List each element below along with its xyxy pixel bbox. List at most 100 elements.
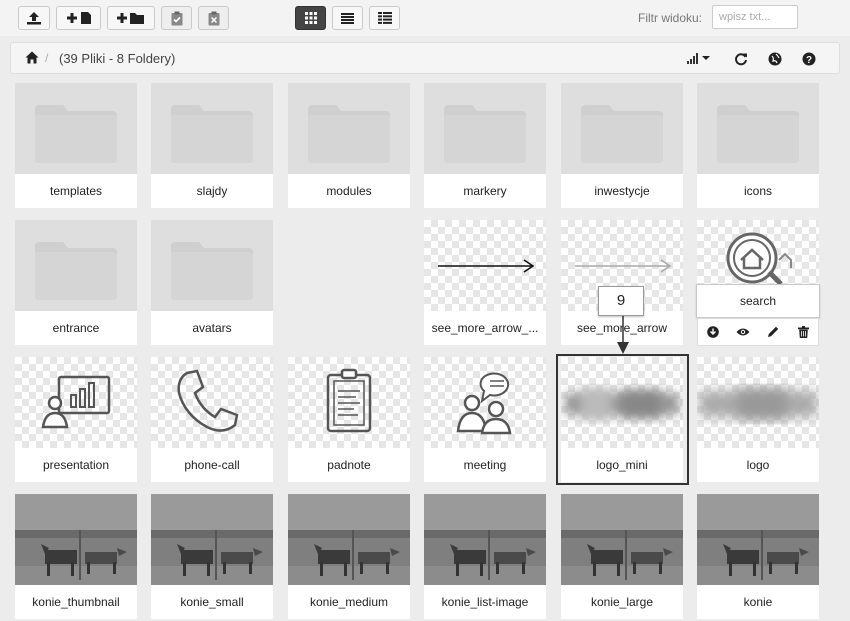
new-folder-button[interactable]: [107, 6, 155, 30]
file-thumb: [561, 494, 683, 585]
upload-button[interactable]: [18, 6, 50, 30]
folder-tile[interactable]: templates: [15, 83, 137, 208]
item-label: konie_medium: [309, 595, 389, 609]
preview-button[interactable]: [732, 321, 754, 343]
item-label: konie: [743, 595, 773, 609]
step-arrow: [617, 314, 629, 354]
table-icon: [377, 12, 392, 24]
folder-thumb: [151, 220, 273, 311]
file-tile[interactable]: logo: [697, 357, 819, 482]
presentation-icon: [41, 375, 111, 429]
details-view-button[interactable]: [369, 6, 400, 30]
paste-button[interactable]: [161, 6, 192, 30]
file-tile[interactable]: konie_large: [561, 494, 683, 619]
item-label: avatars: [192, 321, 232, 335]
file-actions: [697, 318, 819, 346]
question-circle-icon: ?: [802, 52, 816, 66]
folder-thumb: [288, 83, 410, 174]
grid-icon: [304, 12, 317, 24]
folder-thumb: [424, 83, 546, 174]
list-icon: [341, 12, 354, 24]
clear-clipboard-button[interactable]: [198, 6, 229, 30]
new-file-button[interactable]: [56, 6, 101, 30]
file-thumb: [424, 357, 546, 448]
folder-tile[interactable]: inwestycje: [561, 83, 683, 208]
language-button[interactable]: [767, 51, 783, 67]
hover-file-label: search: [696, 284, 820, 318]
file-tile[interactable]: padnote: [288, 357, 410, 482]
folder-icon: [171, 105, 253, 163]
refresh-button[interactable]: [733, 51, 749, 67]
item-label: inwestycje: [594, 184, 650, 198]
download-icon: [707, 326, 719, 338]
toolbar: Filtr widoku:: [0, 0, 850, 36]
folder-icon: [581, 105, 663, 163]
file-tile[interactable]: konie_thumbnail: [15, 494, 137, 619]
file-thumb: [151, 494, 273, 585]
item-label: markery: [463, 184, 507, 198]
file-tile[interactable]: phone-call: [151, 357, 273, 482]
item-label: presentation: [42, 458, 110, 472]
item-label: konie_small: [180, 595, 244, 609]
item-label: meeting: [463, 458, 507, 472]
item-label: slajdy: [196, 184, 228, 198]
file-tile[interactable]: konie_small: [151, 494, 273, 619]
grid-view-button[interactable]: [295, 6, 326, 30]
clipboard-check-icon: [171, 11, 182, 25]
file-tile[interactable]: presentation: [15, 357, 137, 482]
folder-thumb: [561, 83, 683, 174]
item-label: padnote: [327, 458, 371, 472]
step-badge: 9: [598, 286, 644, 316]
globe-icon: [768, 52, 782, 66]
file-thumb: [424, 494, 546, 585]
blurred-logo-icon: [699, 387, 817, 421]
folder-tile[interactable]: icons: [697, 83, 819, 208]
folder-icon: [308, 105, 390, 163]
new-file-icon: [66, 12, 91, 24]
meeting-icon: [456, 372, 512, 435]
file-tile[interactable]: konie_list-image: [424, 494, 546, 619]
home-icon[interactable]: [25, 51, 39, 69]
folder-tile[interactable]: modules: [288, 83, 410, 208]
horse-photo-image: [424, 494, 546, 585]
clipboard-x-icon: [208, 11, 219, 25]
folder-tile[interactable]: slajdy: [151, 83, 273, 208]
filter-label: Filtr widoku:: [638, 11, 703, 25]
item-label: modules: [326, 184, 372, 198]
new-folder-icon: [117, 13, 144, 24]
file-thumb: [288, 494, 410, 585]
refresh-icon: [735, 53, 747, 66]
help-button[interactable]: ?: [801, 51, 817, 67]
delete-button[interactable]: [792, 321, 814, 343]
signal-sort-icon: [687, 53, 710, 64]
pencil-icon: [768, 326, 779, 337]
phone-icon: [177, 369, 239, 432]
file-thumb: [15, 357, 137, 448]
file-thumb: [697, 357, 819, 448]
item-label: konie_large: [590, 595, 654, 609]
folder-icon: [171, 242, 253, 300]
file-tile[interactable]: see_more_arrow_...: [424, 220, 546, 345]
rename-button[interactable]: [762, 321, 784, 343]
sort-button[interactable]: [687, 51, 713, 67]
file-tile[interactable]: konie: [697, 494, 819, 619]
file-tile[interactable]: meeting: [424, 357, 546, 482]
horse-photo-image: [697, 494, 819, 585]
item-label: see_more_arrow_...: [431, 321, 539, 335]
filter-input[interactable]: [712, 5, 798, 29]
folder-icon: [35, 105, 117, 163]
folder-tile[interactable]: avatars: [151, 220, 273, 345]
horse-photo-image: [151, 494, 273, 585]
breadcrumb: / (39 Pliki - 8 Foldery) ?: [10, 42, 840, 74]
folder-tile[interactable]: entrance: [15, 220, 137, 345]
breadcrumb-summary: (39 Pliki - 8 Foldery): [59, 51, 176, 66]
file-tile[interactable]: konie_medium: [288, 494, 410, 619]
trash-icon: [797, 326, 809, 338]
folder-icon: [35, 242, 117, 300]
download-button[interactable]: [702, 321, 724, 343]
folder-tile[interactable]: markery: [424, 83, 546, 208]
eye-icon: [736, 328, 750, 336]
folder-thumb: [15, 83, 137, 174]
file-thumb: [697, 494, 819, 585]
list-view-button[interactable]: [332, 6, 363, 30]
